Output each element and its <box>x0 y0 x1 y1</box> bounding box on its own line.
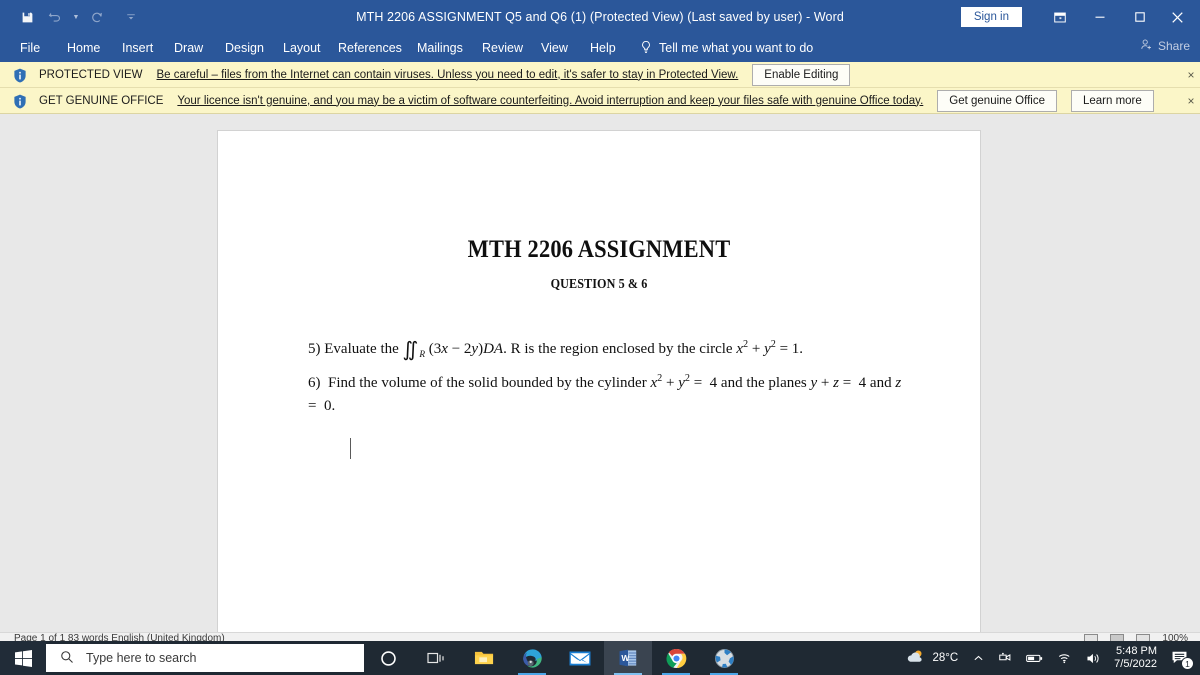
question-6-paragraph: 6) Find the volume of the solid bounded … <box>308 372 908 419</box>
quick-access-toolbar: ▼ <box>14 0 144 34</box>
weather-temperature: 28°C <box>932 652 959 664</box>
tab-help[interactable]: Help <box>590 41 616 55</box>
windows-taskbar: Type here to search W 28°C 5:48 PM 7/5/2… <box>0 641 1200 675</box>
undo-icon[interactable] <box>42 4 68 30</box>
onedrive-icon[interactable] <box>991 641 1019 675</box>
close-icon[interactable] <box>1162 5 1192 29</box>
taskbar-clock[interactable]: 5:48 PM 7/5/2022 <box>1108 641 1167 675</box>
document-subheading: QUESTION 5 & 6 <box>550 276 648 291</box>
search-icon <box>60 650 74 667</box>
volume-icon[interactable] <box>1079 641 1108 675</box>
close-get-genuine-office-bar-icon[interactable]: × <box>1184 94 1198 108</box>
globe-browser-icon[interactable] <box>700 641 748 675</box>
document-page[interactable]: MTH 2206 ASSIGNMENT QUESTION 5 & 6 5) Ev… <box>218 131 980 636</box>
chevron-up-icon[interactable] <box>966 641 991 675</box>
question-5-text: 5) Evaluate the ∬ R (3x − 2y)DA. R is the… <box>308 339 804 361</box>
save-icon[interactable] <box>14 4 40 30</box>
microsoft-edge-icon[interactable] <box>508 641 556 675</box>
document-heading: MTH 2206 ASSIGNMENT <box>467 234 731 263</box>
clock-date: 7/5/2022 <box>1114 658 1157 670</box>
clock-time: 5:48 PM <box>1116 645 1157 657</box>
cortana-icon[interactable] <box>364 641 412 675</box>
protected-view-bar: PROTECTED VIEW Be careful – files from t… <box>0 62 1200 88</box>
tab-review[interactable]: Review <box>482 41 523 55</box>
tab-view[interactable]: View <box>541 41 568 55</box>
tell-me-label: Tell me what you want to do <box>659 41 814 55</box>
get-genuine-office-label: GET GENUINE OFFICE <box>39 94 164 107</box>
minimize-icon[interactable] <box>1085 5 1115 29</box>
tab-draw[interactable]: Draw <box>174 41 203 55</box>
google-chrome-icon[interactable] <box>652 641 700 675</box>
tab-layout[interactable]: Layout <box>283 41 321 55</box>
mail-icon[interactable] <box>556 641 604 675</box>
tab-home[interactable]: Home <box>67 41 100 55</box>
info-shield-icon <box>13 68 27 82</box>
question-6-text: 6) Find the volume of the solid bounded … <box>308 373 902 415</box>
wifi-icon[interactable] <box>1050 641 1079 675</box>
question-5-paragraph: 5) Evaluate the ∬ R (3x − 2y)DA. R is the… <box>308 338 908 361</box>
get-genuine-office-bar: GET GENUINE OFFICE Your licence isn't ge… <box>0 88 1200 114</box>
windows-start-icon[interactable] <box>0 641 46 675</box>
document-canvas[interactable]: MTH 2206 ASSIGNMENT QUESTION 5 & 6 5) Ev… <box>0 114 1200 636</box>
protected-view-message: Be careful – files from the Internet can… <box>156 68 739 81</box>
close-protected-view-bar-icon[interactable]: × <box>1184 68 1198 82</box>
ribbon-tab-bar: File Home Insert Draw Design Layout Refe… <box>0 34 1200 62</box>
share-label: Share <box>1157 39 1190 53</box>
system-tray: 28°C 5:48 PM 7/5/2022 1 <box>890 641 1200 675</box>
microsoft-word-icon[interactable]: W <box>604 641 652 675</box>
partly-cloudy-icon <box>906 649 925 667</box>
tell-me-search[interactable]: Tell me what you want to do <box>640 40 813 57</box>
info-shield-icon <box>13 94 27 108</box>
taskbar-search-placeholder: Type here to search <box>86 651 197 665</box>
weather-widget[interactable]: 28°C <box>890 641 966 675</box>
customize-quick-access-toolbar-icon[interactable] <box>118 4 144 30</box>
redo-icon[interactable] <box>84 4 110 30</box>
protected-view-label: PROTECTED VIEW <box>39 68 143 81</box>
tab-file[interactable]: File <box>20 41 40 55</box>
text-cursor <box>350 438 351 459</box>
tab-insert[interactable]: Insert <box>122 41 153 55</box>
tab-mailings[interactable]: Mailings <box>417 41 463 55</box>
notification-count-badge: 1 <box>1181 657 1194 670</box>
sign-in-button[interactable]: Sign in <box>960 7 1022 27</box>
title-bar: ▼ MTH 2206 ASSIGNMENT Q5 and Q6 (1) (Pro… <box>0 0 1200 34</box>
get-genuine-office-button[interactable]: Get genuine Office <box>937 89 1057 112</box>
undo-dropdown-chevron-down-icon[interactable]: ▼ <box>70 4 82 30</box>
maximize-icon[interactable] <box>1125 5 1155 29</box>
task-view-icon[interactable] <box>412 641 460 675</box>
tab-references[interactable]: References <box>338 41 402 55</box>
action-center-icon[interactable]: 1 <box>1167 641 1200 675</box>
get-genuine-office-message: Your licence isn't genuine, and you may … <box>177 94 924 107</box>
ribbon-display-options-icon[interactable] <box>1045 5 1075 29</box>
lightbulb-icon <box>640 40 652 57</box>
file-explorer-icon[interactable] <box>460 641 508 675</box>
learn-more-button[interactable]: Learn more <box>1070 89 1154 112</box>
battery-icon[interactable] <box>1019 641 1050 675</box>
word-application-window: ▼ MTH 2206 ASSIGNMENT Q5 and Q6 (1) (Pro… <box>0 0 1200 675</box>
taskbar-search-box[interactable]: Type here to search <box>46 644 364 672</box>
share-button[interactable]: Share <box>1140 38 1190 54</box>
enable-editing-button[interactable]: Enable Editing <box>752 63 851 86</box>
share-person-icon <box>1140 38 1153 54</box>
tab-design[interactable]: Design <box>225 41 264 55</box>
